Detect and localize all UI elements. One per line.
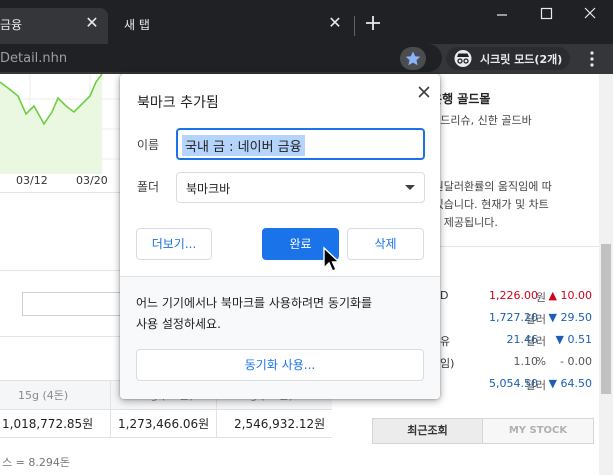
- star-icon: [405, 51, 421, 66]
- chevron-down-icon: [405, 185, 415, 190]
- amount-input[interactable]: [22, 292, 122, 316]
- market-change: ▼ 64.50: [548, 377, 592, 390]
- column-divider: [110, 380, 111, 438]
- tab-finance[interactable]: 금융 ✕: [0, 8, 108, 44]
- market-unit: 달러: [525, 379, 546, 392]
- table-cell: 1,018,772.85원: [2, 417, 94, 431]
- maximize-icon[interactable]: [532, 4, 560, 24]
- incognito-badge[interactable]: 시크릿 모드(2개): [446, 47, 570, 70]
- chart-x-label: 03/12: [16, 174, 48, 187]
- more-button[interactable]: 더보기...: [136, 228, 212, 260]
- tab-divider: [354, 16, 355, 36]
- divider: [0, 192, 120, 193]
- market-unit: %: [535, 355, 546, 368]
- market-row[interactable]: 유 21.46 달러 ▼ 0.51: [420, 330, 600, 352]
- incognito-label: 시크릿 모드(2개): [480, 53, 563, 66]
- folder-value: 북마크바: [186, 182, 231, 196]
- tab-new-tab[interactable]: 새 탭 ✕: [114, 8, 350, 44]
- dialog-title: 북마크 추가됨: [137, 95, 219, 111]
- tab-my-stock[interactable]: MY STOCK: [483, 419, 593, 443]
- incognito-icon: [454, 50, 472, 67]
- info-line: 률로 제공됩니다.: [420, 216, 498, 229]
- close-icon[interactable]: [576, 4, 604, 24]
- market-row[interactable]: 5,054.50 달러 ▼ 64.50: [420, 374, 600, 396]
- chart-fill: [0, 74, 102, 174]
- folder-select[interactable]: 북마크바: [176, 172, 425, 203]
- table-cell: 2,546,932.12원: [234, 417, 326, 431]
- mouse-cursor-icon: [323, 246, 341, 272]
- tab-title: 금융: [0, 18, 23, 32]
- market-unit: 달러: [525, 313, 546, 326]
- remove-button[interactable]: 삭제: [347, 228, 424, 260]
- kebab-menu-icon[interactable]: [586, 48, 598, 70]
- info-line: 수 있습니다. 현재가 및 차트: [420, 198, 549, 211]
- market-row[interactable]: 1,727.20 달러 ▼ 29.50: [420, 308, 600, 330]
- info-text: 및 원달러환률의 움직임에 따 수 있습니다. 현재가 및 차트 률로 제공됩니…: [420, 178, 600, 232]
- market-unit: 원: [535, 291, 546, 304]
- market-change: - 0.00: [560, 355, 592, 368]
- bookmark-added-dialog: 북마크 추가됨 이름 국내 금 : 네이버 금융 폴더 북마크바 더보기... …: [120, 74, 440, 399]
- enable-sync-button[interactable]: 동기화 사용...: [136, 349, 424, 381]
- url-text: Detail.nhn: [0, 51, 68, 66]
- folder-label: 폴더: [137, 180, 160, 194]
- close-icon[interactable]: [414, 82, 434, 102]
- sync-message-line: 어느 기기에서나 북마크를 사용하려면 동기화를: [136, 296, 373, 310]
- bookmark-name-value: 국내 금 : 네이버 금융: [182, 135, 305, 156]
- minimize-icon[interactable]: [488, 4, 516, 24]
- sync-promo: 어느 기기에서나 북마크를 사용하려면 동기화를 사용 설정하세요. 동기화 사…: [120, 276, 440, 399]
- info-line: 및 원달러환률의 움직임에 따: [420, 180, 552, 193]
- bookmark-name-input[interactable]: 국내 금 : 네이버 금융: [176, 128, 425, 160]
- market-change: ▼ 0.51: [555, 333, 592, 346]
- bookmark-star-button[interactable]: [400, 47, 426, 70]
- table-row: 1,018,772.85원 1,273,466.06원 2,546,932.12…: [0, 410, 332, 438]
- market-name: 임): [440, 357, 455, 370]
- chart-x-label: 03/20: [76, 174, 108, 187]
- tab-strip: 금융 ✕ 새 탭 ✕: [0, 0, 613, 44]
- scrollbar-thumb[interactable]: [601, 244, 611, 394]
- market-change: ▲ 10.00: [548, 289, 592, 302]
- name-label: 이름: [137, 138, 160, 152]
- footnote: 스 = 8.294돈: [2, 456, 70, 469]
- market-name: 유: [440, 335, 451, 348]
- market-value: 1,226.00: [489, 289, 538, 302]
- market-row[interactable]: D 1,226.00 원 ▲ 10.00: [420, 286, 600, 308]
- market-row[interactable]: 임) 1.10 % - 0.00: [420, 352, 600, 374]
- chart-area: [0, 74, 120, 174]
- price-chart: 03/12 03/20: [0, 74, 120, 187]
- market-value: 1.10: [513, 355, 539, 368]
- close-icon[interactable]: ✕: [84, 15, 100, 31]
- plus-icon[interactable]: [364, 14, 382, 32]
- divider: [420, 246, 600, 247]
- tab-title: 새 탭: [124, 18, 150, 32]
- tab-recent[interactable]: 최근조회: [373, 419, 483, 443]
- table-cell: 1,273,466.06원: [118, 417, 210, 431]
- market-change: ▼ 29.50: [548, 311, 592, 324]
- browser-toolbar: Detail.nhn 시크릿 모드(2개): [0, 44, 613, 74]
- address-bar[interactable]: Detail.nhn: [0, 44, 442, 72]
- sync-message: 어느 기기에서나 북마크를 사용하려면 동기화를 사용 설정하세요.: [136, 293, 432, 335]
- sync-message-line: 사용 설정하세요.: [136, 317, 221, 331]
- close-icon[interactable]: ✕: [327, 15, 343, 31]
- market-unit: 달러: [525, 335, 546, 348]
- market-name: D: [440, 289, 449, 302]
- recent-tabs: 최근조회 MY STOCK: [372, 418, 594, 444]
- column-header: 15g (4돈): [18, 389, 69, 402]
